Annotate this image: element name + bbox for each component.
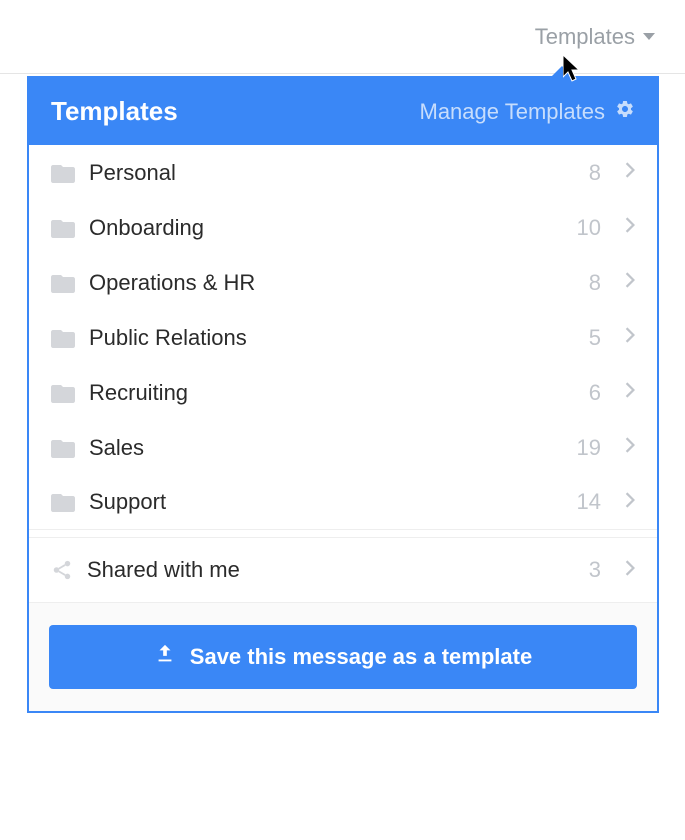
- chevron-right-icon: [625, 492, 635, 513]
- share-icon: [51, 559, 73, 581]
- folder-label: Operations & HR: [89, 270, 575, 296]
- chevron-right-icon: [625, 327, 635, 348]
- panel-title: Templates: [51, 96, 178, 127]
- folder-label: Recruiting: [89, 380, 575, 406]
- folder-item[interactable]: Operations & HR 8: [29, 255, 657, 310]
- folder-item[interactable]: Sales 19: [29, 420, 657, 475]
- folder-item[interactable]: Onboarding 10: [29, 200, 657, 255]
- save-template-button[interactable]: Save this message as a template: [49, 625, 637, 689]
- manage-templates-label: Manage Templates: [420, 99, 606, 125]
- folder-count: 8: [589, 160, 601, 186]
- folder-item[interactable]: Personal 8: [29, 145, 657, 200]
- folder-count: 8: [589, 270, 601, 296]
- save-button-label: Save this message as a template: [190, 644, 532, 670]
- upload-icon: [154, 643, 176, 671]
- chevron-right-icon: [625, 162, 635, 183]
- popup-arrow: [552, 66, 572, 76]
- folder-label: Support: [89, 489, 563, 515]
- folder-label: Sales: [89, 435, 563, 461]
- templates-panel: Templates Manage Templates Personal 8 Onbo…: [27, 76, 659, 713]
- manage-templates-link[interactable]: Manage Templates: [420, 99, 636, 125]
- chevron-right-icon: [625, 382, 635, 403]
- panel-footer: Save this message as a template: [29, 603, 657, 711]
- folder-item[interactable]: Support 14: [29, 475, 657, 530]
- folder-label: Onboarding: [89, 215, 563, 241]
- folder-icon: [51, 438, 75, 458]
- chevron-right-icon: [625, 272, 635, 293]
- folder-label: Personal: [89, 160, 575, 186]
- panel-header: Templates Manage Templates: [29, 78, 657, 145]
- caret-down-icon: [643, 33, 655, 40]
- gear-icon: [615, 99, 635, 125]
- folder-icon: [51, 163, 75, 183]
- chevron-right-icon: [625, 217, 635, 238]
- folder-count: 6: [589, 380, 601, 406]
- shared-with-me[interactable]: Shared with me 3: [29, 538, 657, 603]
- shared-label: Shared with me: [87, 557, 575, 583]
- folder-label: Public Relations: [89, 325, 575, 351]
- folder-count: 10: [577, 215, 601, 241]
- chevron-right-icon: [625, 437, 635, 458]
- folder-icon: [51, 218, 75, 238]
- folder-count: 14: [577, 489, 601, 515]
- templates-dropdown-trigger[interactable]: Templates: [535, 24, 655, 50]
- folder-item[interactable]: Public Relations 5: [29, 310, 657, 365]
- folder-icon: [51, 273, 75, 293]
- templates-trigger-label: Templates: [535, 24, 635, 50]
- shared-count: 3: [589, 557, 601, 583]
- folder-icon: [51, 383, 75, 403]
- folder-item[interactable]: Recruiting 6: [29, 365, 657, 420]
- shared-section: Shared with me 3: [29, 537, 657, 603]
- top-bar: Templates: [0, 0, 685, 74]
- folder-icon: [51, 328, 75, 348]
- folder-count: 19: [577, 435, 601, 461]
- folder-list: Personal 8 Onboarding 10 Operations & HR 8 Pub…: [29, 145, 657, 530]
- folder-icon: [51, 492, 75, 512]
- chevron-right-icon: [625, 560, 635, 581]
- folder-count: 5: [589, 325, 601, 351]
